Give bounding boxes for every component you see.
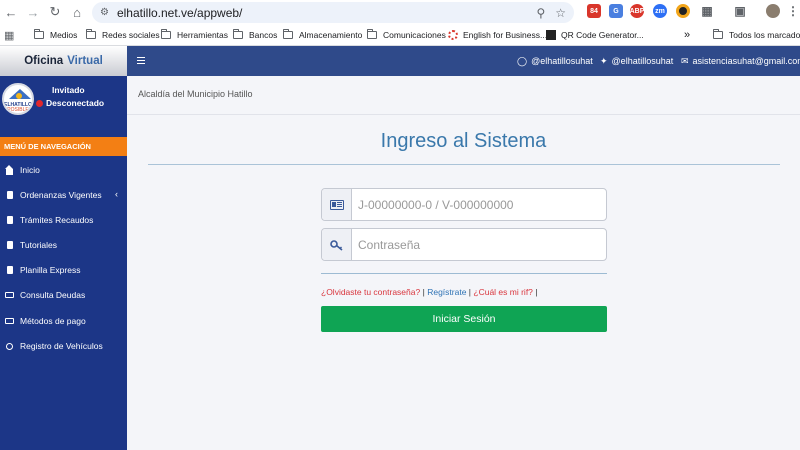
browser-menu-icon[interactable]: ⋮ xyxy=(786,4,800,18)
forgot-password-link[interactable]: ¿Olvidaste tu contraseña? xyxy=(321,287,420,297)
bookmark-folder[interactable]: Redes sociales xyxy=(86,28,160,42)
site-info-icon[interactable]: ⚙ xyxy=(100,7,109,18)
reload-icon[interactable]: ↻ xyxy=(44,1,66,23)
instagram-link[interactable]: ◯ @elhatillosuhat xyxy=(517,46,593,76)
sidebar-item-tramites[interactable]: Trámites Recaudos xyxy=(0,209,127,231)
sidebar-item-metodos-pago[interactable]: Métodos de pago xyxy=(0,310,127,332)
envelope-icon: ✉ xyxy=(681,55,689,66)
instagram-icon: ◯ xyxy=(517,55,528,66)
key-icon xyxy=(322,229,352,260)
red-circle-icon xyxy=(448,30,458,40)
folder-icon xyxy=(34,29,44,39)
apps-grid-icon[interactable]: ▦ xyxy=(4,28,14,42)
zoom-extension-icon[interactable]: zm xyxy=(653,4,667,18)
menu-toggle-icon[interactable] xyxy=(137,57,145,64)
card-icon xyxy=(5,318,14,324)
breadcrumb: Alcaldía del Municipio Hatillo xyxy=(138,89,253,99)
forward-arrow-icon[interactable]: → xyxy=(22,1,44,23)
url-bar[interactable]: ⚙ elhatillo.net.ve/appweb/ ⚲ ☆ xyxy=(92,2,574,23)
sidebar-item-planilla[interactable]: Planilla Express xyxy=(0,259,127,281)
extensions-puzzle-icon[interactable]: ▦ xyxy=(700,4,714,18)
bookmark-folder[interactable]: Bancos xyxy=(233,28,277,42)
url-text: elhatillo.net.ve/appweb/ xyxy=(116,5,243,20)
more-bookmarks-chevron-icon[interactable]: » xyxy=(684,28,690,42)
card-icon xyxy=(5,292,14,298)
account-links: ¿Olvidaste tu contraseña? | Regístrate |… xyxy=(321,287,538,297)
app-header: Oficina Virtual ◯ @elhatillosuhat ✦ @elh… xyxy=(0,46,800,76)
file-icon xyxy=(5,216,14,224)
link-separator: | xyxy=(468,287,472,297)
user-name: Invitado xyxy=(52,85,85,95)
bookmarks-bar: ▦ Medios Redes sociales Herramientas Ban… xyxy=(0,24,800,46)
home-icon[interactable]: ⌂ xyxy=(66,1,88,23)
bookmark-folder[interactable]: Todos los marcadores xyxy=(713,28,800,42)
divider xyxy=(127,114,800,115)
id-field xyxy=(321,188,607,221)
user-status: Desconectado xyxy=(36,98,104,108)
title-divider xyxy=(148,164,780,165)
sidebar-item-ordenanzas[interactable]: Ordenanzas Vigentes ‹ xyxy=(0,184,127,206)
bookmark-link[interactable]: English for Business... xyxy=(448,28,547,42)
sidebar-item-tutoriales[interactable]: Tutoriales xyxy=(0,234,127,256)
back-arrow-icon[interactable]: ← xyxy=(0,1,22,23)
circle-icon xyxy=(5,342,14,350)
sidebar-item-inicio[interactable]: Inicio xyxy=(0,159,127,181)
qr-code-icon xyxy=(546,30,556,40)
sidebar-item-consulta-deudas[interactable]: Consulta Deudas xyxy=(0,284,127,306)
folder-icon xyxy=(367,29,377,39)
file-icon xyxy=(5,241,14,249)
nav-header: MENÚ DE NAVEGACIÓN xyxy=(0,137,127,156)
color-extension-icon[interactable] xyxy=(676,4,690,18)
password-input[interactable] xyxy=(358,235,598,255)
email-link[interactable]: ✉ asistenciasuhat@gmail.com xyxy=(681,46,800,76)
folder-icon xyxy=(86,29,96,39)
zoom-icon[interactable]: ⚲ xyxy=(536,6,545,20)
bookmark-folder[interactable]: Almacenamiento xyxy=(283,28,362,42)
media-control-icon[interactable]: ▣ xyxy=(733,4,747,18)
file-icon xyxy=(5,191,14,199)
main-content: Alcaldía del Municipio Hatillo Ingreso a… xyxy=(127,76,800,450)
chevron-left-icon: ‹ xyxy=(115,189,118,199)
bookmark-folder[interactable]: Medios xyxy=(34,28,77,42)
browser-toolbar: ← → ↻ ⌂ ⚙ elhatillo.net.ve/appweb/ ⚲ ☆ 8… xyxy=(0,0,800,24)
password-field xyxy=(321,228,607,261)
sidebar-item-registro-vehiculos[interactable]: Registro de Vehículos xyxy=(0,335,127,357)
twitter-link[interactable]: ✦ @elhatillosuhat xyxy=(600,46,673,76)
home-icon xyxy=(5,164,14,175)
page-title: Ingreso al Sistema xyxy=(380,130,547,152)
municipality-logo: ELHATILLO POSIBLE xyxy=(2,83,34,115)
brand-logo[interactable]: Oficina Virtual xyxy=(0,46,127,76)
register-link[interactable]: Regístrate xyxy=(427,287,466,297)
file-icon xyxy=(5,266,14,274)
id-input[interactable] xyxy=(358,195,598,215)
link-separator: | xyxy=(535,287,538,297)
form-divider xyxy=(321,273,607,274)
folder-icon xyxy=(283,29,293,39)
calendar-extension-icon[interactable]: 84 xyxy=(587,4,601,18)
id-card-icon xyxy=(322,189,352,220)
folder-icon xyxy=(161,29,171,39)
folder-icon xyxy=(233,29,243,39)
adblock-extension-icon[interactable]: ABP xyxy=(630,4,644,18)
bookmark-link[interactable]: QR Code Generator... xyxy=(546,28,644,42)
login-button[interactable]: Iniciar Sesión xyxy=(321,306,607,332)
translate-extension-icon[interactable]: G xyxy=(609,4,623,18)
offline-dot-icon xyxy=(36,99,43,107)
bookmark-folder[interactable]: Comunicaciones xyxy=(367,28,446,42)
sidebar: ELHATILLO POSIBLE Invitado Desconectado … xyxy=(0,76,127,450)
profile-avatar[interactable] xyxy=(766,4,780,18)
folder-icon xyxy=(713,29,723,39)
rif-info-link[interactable]: ¿Cuál es mi rif? xyxy=(473,287,533,297)
link-separator: | xyxy=(422,287,425,297)
bookmark-star-icon[interactable]: ☆ xyxy=(555,6,566,20)
twitter-icon: ✦ xyxy=(600,55,608,66)
bookmark-folder[interactable]: Herramientas xyxy=(161,28,228,42)
